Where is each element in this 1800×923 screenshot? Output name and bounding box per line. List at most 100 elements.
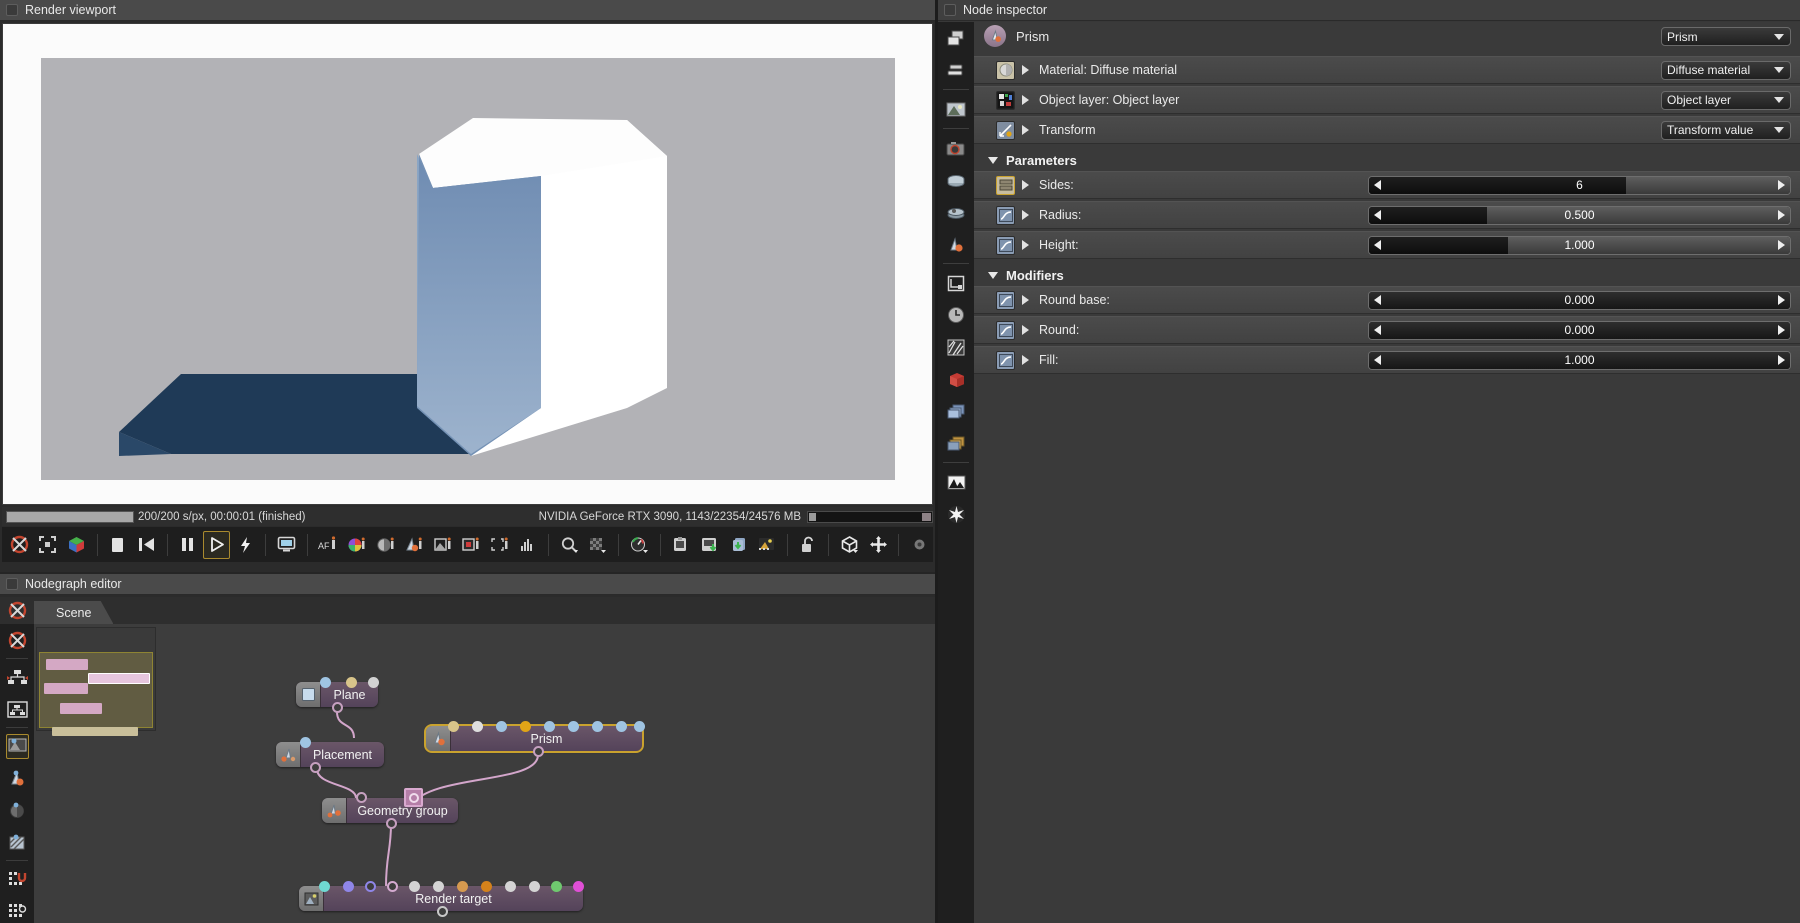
section-modifiers-header[interactable]: Modifiers (974, 264, 1800, 286)
nodegraph-canvas[interactable]: Plane Placement Prism Geometry group Ren… (34, 624, 935, 923)
node-port[interactable] (573, 881, 584, 892)
inspector-tab-image-button[interactable] (938, 93, 974, 125)
inspector-tab-light-button[interactable] (938, 498, 974, 530)
tab-scene[interactable]: Scene (34, 601, 114, 624)
show-textures-button[interactable] (0, 826, 34, 858)
histogram-button[interactable] (515, 531, 542, 559)
node-port[interactable] (300, 737, 311, 748)
node-input-port[interactable] (356, 792, 367, 803)
node-port[interactable] (544, 721, 555, 732)
node-output-port[interactable] (533, 746, 544, 757)
nodegraph-home-icon[interactable] (0, 597, 34, 624)
node-output-port[interactable] (310, 762, 321, 773)
param-sides[interactable]: Sides: 6 (974, 171, 1800, 199)
render-toolbar[interactable]: AF (2, 527, 933, 562)
panel-collapse-icon[interactable] (6, 578, 18, 590)
param-round-base-slider[interactable]: 0.000 (1368, 290, 1791, 310)
node-port[interactable] (472, 721, 483, 732)
object-layer-dropdown[interactable]: Object layer (1661, 90, 1791, 110)
collapse-triangle-icon[interactable] (988, 156, 998, 164)
param-height[interactable]: Height: 1.000 (974, 231, 1800, 259)
node-port[interactable] (529, 881, 540, 892)
node-input-port-highlighted[interactable] (404, 788, 423, 807)
input-row-transform[interactable]: Transform Transform value (974, 116, 1800, 144)
alpha-grid-button[interactable] (585, 531, 612, 559)
node-port[interactable] (551, 881, 562, 892)
param-sides-slider[interactable]: 6 (1368, 175, 1791, 195)
node-port[interactable] (319, 881, 330, 892)
tonemap-button[interactable] (372, 531, 399, 559)
color-wheel-button[interactable] (343, 531, 370, 559)
node-port-connected[interactable] (387, 881, 398, 892)
collapse-triangle-icon[interactable] (988, 271, 998, 279)
frame-all-button[interactable] (0, 693, 34, 725)
bounding-cube-button[interactable] (836, 531, 863, 559)
inspector-side-toolbar[interactable] (938, 22, 974, 923)
node-port[interactable] (368, 677, 379, 688)
panel-collapse-icon[interactable] (944, 4, 956, 16)
node-prism[interactable]: Prism (424, 721, 645, 757)
inspector-tab-material-button[interactable] (938, 228, 974, 260)
node-output-port[interactable] (386, 818, 397, 829)
node-geometry-group[interactable]: Geometry group (322, 788, 458, 829)
param-radius-slider[interactable]: 0.500 (1368, 205, 1791, 225)
param-height-slider[interactable]: 1.000 (1368, 235, 1791, 255)
move-tool-button[interactable] (865, 531, 892, 559)
stop-render-button[interactable] (105, 531, 132, 559)
node-port[interactable] (568, 721, 579, 732)
node-port[interactable] (481, 881, 492, 892)
inspector-tab-imager-button[interactable] (938, 466, 974, 498)
inspector-tab-blue-layers-button[interactable] (938, 395, 974, 427)
expand-triangle-icon[interactable] (1022, 355, 1029, 365)
inspector-tab-camera-button[interactable] (938, 132, 974, 164)
film-settings-button[interactable]: AF (315, 531, 342, 559)
param-round-slider[interactable]: 0.000 (1368, 320, 1791, 340)
section-parameters-header[interactable]: Parameters (974, 149, 1800, 171)
inspector-tab-environment-button[interactable] (938, 164, 974, 196)
node-port[interactable] (634, 721, 645, 732)
nodegraph-minimap[interactable] (36, 627, 156, 736)
lightning-render-button[interactable] (232, 531, 259, 559)
node-type-dropdown[interactable]: Prism (1661, 27, 1791, 46)
show-grid-button[interactable] (0, 895, 34, 923)
input-row-object-layer[interactable]: Object layer: Object layer Object layer (974, 86, 1800, 114)
monitor-region-button[interactable] (273, 531, 300, 559)
material-dropdown[interactable]: Diffuse material (1661, 60, 1791, 80)
inspector-tab-red-cube-button[interactable] (938, 363, 974, 395)
param-fill[interactable]: Fill: 1.000 (974, 346, 1800, 374)
input-row-material[interactable]: Material: Diffuse material Diffuse mater… (974, 56, 1800, 84)
minimap-viewport[interactable] (39, 652, 153, 736)
crop-region-button[interactable] (486, 531, 513, 559)
inspector-tab-orange-layers-button[interactable] (938, 427, 974, 459)
node-port[interactable] (365, 881, 376, 892)
render-viewport-body[interactable] (2, 23, 933, 505)
node-port[interactable] (520, 721, 531, 732)
expand-triangle-icon[interactable] (1022, 95, 1029, 105)
node-port[interactable] (433, 881, 444, 892)
node-port[interactable] (592, 721, 603, 732)
inspector-tab-geometry-bounds-button[interactable] (938, 267, 974, 299)
node-port[interactable] (346, 677, 357, 688)
panel-collapse-icon[interactable] (6, 4, 18, 16)
node-output-port[interactable] (332, 702, 343, 713)
start-render-button[interactable] (203, 530, 230, 559)
node-output-port[interactable] (437, 906, 448, 917)
clipboard-copy-button[interactable] (668, 531, 695, 559)
rgb-cube-button[interactable] (63, 531, 90, 559)
node-port[interactable] (343, 881, 354, 892)
node-plane[interactable]: Plane (296, 677, 379, 713)
param-radius[interactable]: Radius: 0.500 (974, 201, 1800, 229)
expand-triangle-icon[interactable] (1022, 325, 1029, 335)
show-materials-button[interactable] (0, 794, 34, 826)
exposure-dial-button[interactable] (626, 531, 653, 559)
pause-render-button[interactable] (175, 531, 202, 559)
transform-dropdown[interactable]: Transform value (1661, 120, 1791, 140)
inspector-tab-pins-button[interactable] (938, 54, 974, 86)
show-images-button[interactable] (0, 730, 34, 762)
region-select-button[interactable] (35, 531, 62, 559)
node-port[interactable] (496, 721, 507, 732)
expand-triangle-icon[interactable] (1022, 240, 1029, 250)
white-balance-button[interactable] (400, 531, 427, 559)
param-fill-slider[interactable]: 1.000 (1368, 350, 1791, 370)
save-render-button[interactable] (753, 531, 780, 559)
